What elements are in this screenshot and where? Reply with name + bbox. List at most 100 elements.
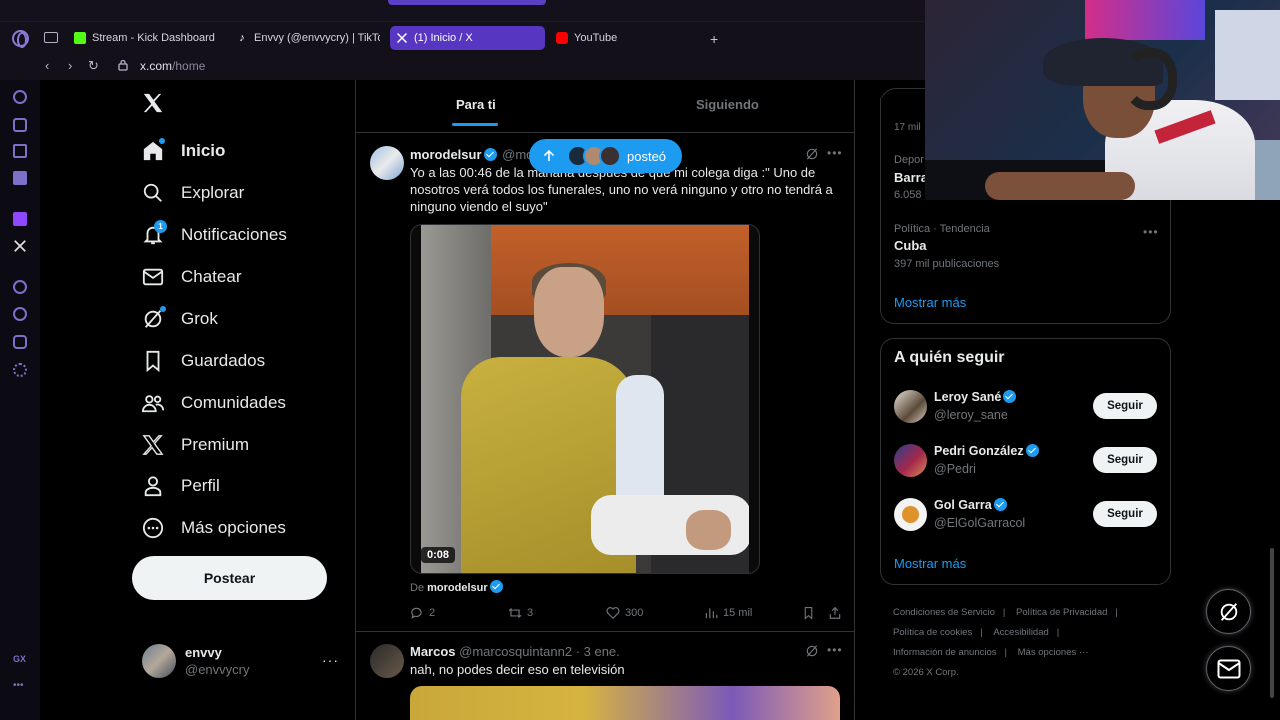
follow-suggestion[interactable]: Leroy Sané @leroy_sane Seguir (894, 390, 1159, 426)
back-icon[interactable]: ‹ (45, 58, 49, 73)
grok-fab-button[interactable] (1206, 589, 1251, 634)
tab-youtube[interactable]: YouTube (550, 26, 700, 50)
footer-link[interactable]: Información de anuncios (893, 647, 997, 658)
youtube-icon (556, 32, 568, 44)
reply-button[interactable]: 2 (410, 606, 435, 620)
nav-inicio[interactable]: Inicio (142, 137, 225, 165)
post-button[interactable]: Postear (132, 556, 327, 600)
nav-chatear[interactable]: Chatear (142, 263, 241, 291)
trend-title[interactable]: Barra (894, 170, 928, 185)
trend-count: 6.058 (894, 189, 922, 201)
extensions-icon[interactable] (13, 335, 27, 349)
unread-dot (160, 306, 166, 312)
like-button[interactable]: 300 (606, 606, 643, 620)
tweet-image[interactable] (410, 686, 840, 720)
footer-link[interactable]: Más opciones ··· (1018, 647, 1089, 658)
suggestion-handle: @Pedri (934, 462, 976, 476)
forward-icon[interactable]: › (68, 58, 72, 73)
grok-icon[interactable] (805, 147, 819, 161)
avatar[interactable] (370, 644, 404, 678)
reply-icon (411, 607, 422, 619)
tab-kick[interactable]: Stream - Kick Dashboard (68, 26, 218, 50)
views-button[interactable]: 15 mil (704, 606, 752, 620)
share-button[interactable] (828, 606, 847, 620)
tab-label: YouTube (574, 32, 618, 44)
footer-link[interactable]: Política de Privacidad (1016, 607, 1107, 618)
grok-icon (142, 306, 166, 330)
avatar[interactable] (370, 146, 404, 180)
gx-icon[interactable]: GX (13, 654, 27, 668)
avatar (142, 644, 176, 678)
nav-explorar[interactable]: Explorar (142, 179, 244, 207)
trend-count: 397 mil publicaciones (894, 258, 1000, 270)
settings-icon[interactable] (13, 363, 27, 377)
extension-icon[interactable] (13, 144, 27, 158)
player-icon[interactable] (13, 280, 27, 294)
nav-grok[interactable]: Grok (142, 305, 218, 333)
follow-button[interactable]: Seguir (1093, 501, 1157, 527)
trend-meta: Política · Tendencia (894, 223, 990, 235)
aria-icon[interactable] (13, 90, 27, 104)
follow-button[interactable]: Seguir (1093, 447, 1157, 473)
from-author[interactable]: morodelsur (427, 582, 488, 594)
nav-label: Explorar (181, 183, 245, 202)
envelope-icon (142, 266, 164, 288)
bookmark-button[interactable] (802, 606, 820, 620)
shopping-icon[interactable] (13, 118, 27, 132)
follow-button[interactable]: Seguir (1093, 393, 1157, 419)
opera-logo-icon[interactable] (12, 30, 29, 48)
follow-suggestion[interactable]: Gol Garra @ElGolGarracol Seguir (894, 498, 1159, 534)
nav-premium[interactable]: Premium (142, 431, 249, 459)
show-more-link[interactable]: Mostrar más (894, 295, 966, 310)
messages-fab-button[interactable] (1206, 646, 1251, 691)
grok-icon (1220, 602, 1237, 621)
x-logo-icon[interactable] (142, 92, 164, 114)
nav-mas-opciones[interactable]: Más opciones (142, 514, 286, 542)
tweet-header: morodelsur @mo (410, 147, 533, 162)
twitch-icon[interactable] (13, 212, 27, 226)
grok-icon[interactable] (805, 644, 819, 658)
scrollbar[interactable] (1270, 548, 1274, 698)
home-icon (142, 138, 165, 162)
show-more-link[interactable]: Mostrar más (894, 556, 966, 571)
reload-icon[interactable]: ↻ (88, 58, 99, 74)
workspaces-icon[interactable] (44, 32, 58, 43)
tab-siguiendo[interactable]: Siguiendo (696, 97, 759, 112)
more-icon[interactable]: ••• (13, 680, 27, 694)
footer-link[interactable]: Accesibilidad (993, 627, 1048, 638)
new-posts-pill[interactable]: posteó (529, 139, 682, 173)
follow-suggestion[interactable]: Pedri González @Pedri Seguir (894, 444, 1159, 480)
heart-icon (606, 607, 620, 620)
nav-label: Guardados (181, 351, 266, 370)
nav-comunidades[interactable]: Comunidades (142, 389, 286, 417)
author-name[interactable]: morodelsur (410, 147, 482, 162)
profile-more-button[interactable]: ··· (322, 652, 339, 668)
url-field[interactable]: x.com/home (140, 59, 205, 73)
more-icon[interactable]: ••• (827, 643, 843, 657)
trend-title[interactable]: Cuba (894, 238, 927, 253)
author-handle[interactable]: @marcosquintann2 · 3 ene. (459, 644, 620, 659)
verified-icon (483, 148, 497, 161)
nav-perfil[interactable]: Perfil (142, 472, 220, 500)
messenger-icon[interactable] (13, 171, 27, 185)
footer-link[interactable]: Política de cookies (893, 627, 972, 638)
new-tab-button[interactable]: + (710, 31, 718, 47)
tab-x-inicio[interactable]: (1) Inicio / X (390, 26, 545, 50)
more-icon[interactable]: ••• (1143, 225, 1159, 239)
footer-link[interactable]: Condiciones de Servicio (893, 607, 995, 618)
tab-tiktok[interactable]: ♪ Envvy (@envvycry) | TikTok (230, 26, 380, 50)
tweet-video[interactable]: 0:08 (410, 224, 760, 574)
nav-guardados[interactable]: Guardados (142, 347, 265, 375)
nav-notificaciones[interactable]: 1 Notificaciones (142, 220, 287, 249)
author-name[interactable]: Marcos (410, 644, 456, 659)
suggestion-name: Leroy Sané (934, 390, 1018, 404)
repost-button[interactable]: 3 (508, 606, 533, 620)
x-icon[interactable] (13, 239, 27, 253)
tab-label: (1) Inicio / X (414, 32, 473, 44)
history-icon[interactable] (13, 307, 27, 321)
profile-name: envvy (185, 645, 222, 660)
more-icon[interactable]: ••• (827, 146, 843, 160)
nav-label: Perfil (181, 476, 220, 495)
account-switcher[interactable]: envvy @envvycry (142, 644, 250, 678)
tab-para-ti[interactable]: Para ti (456, 97, 496, 112)
